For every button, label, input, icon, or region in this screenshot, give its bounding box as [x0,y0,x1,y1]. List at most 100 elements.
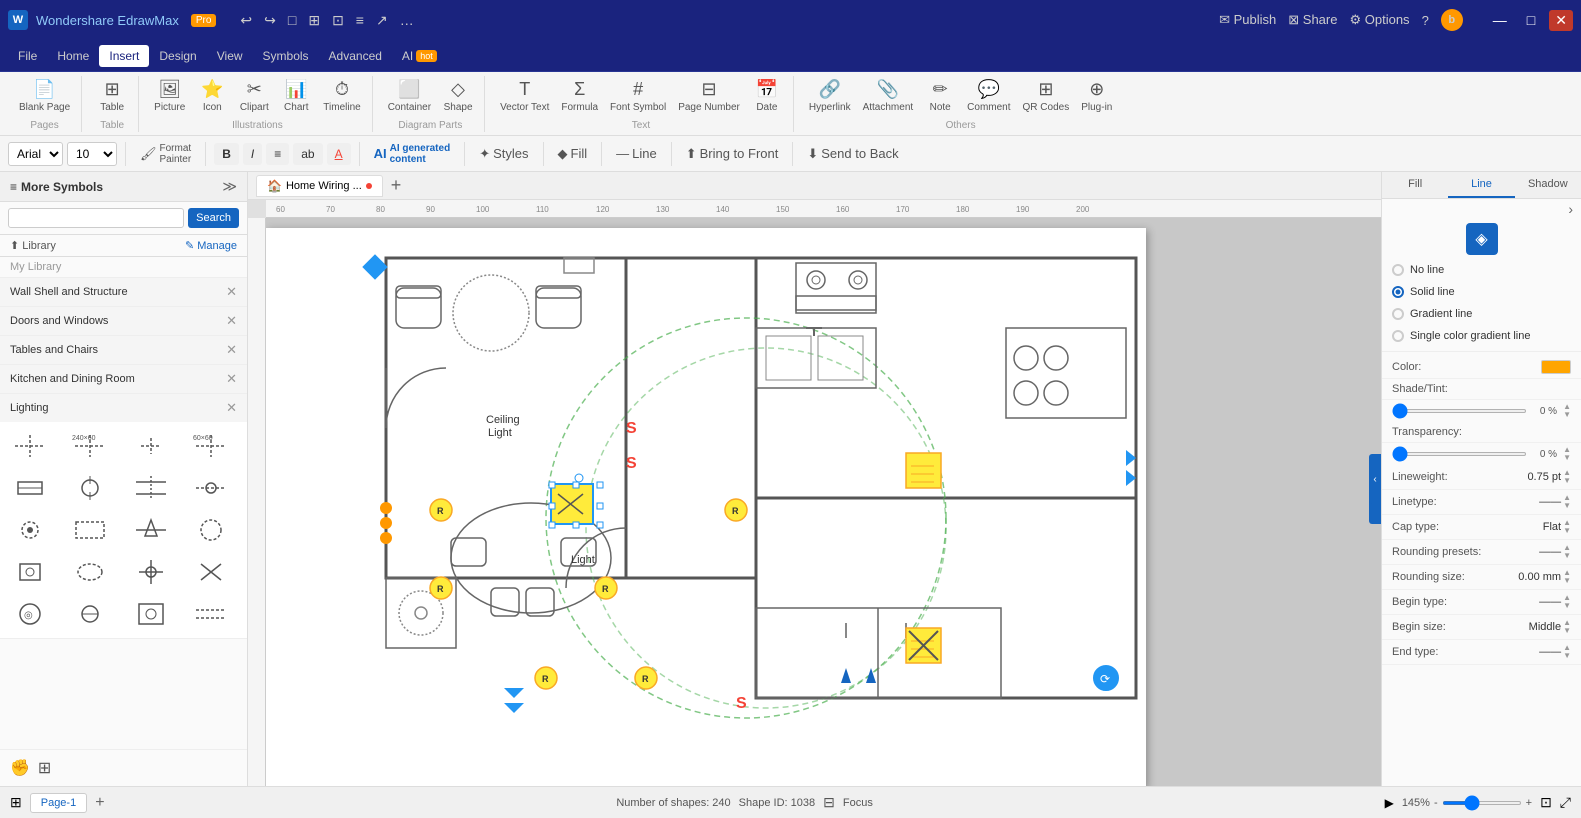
lighting-symbol-17[interactable]: ◎ [4,594,56,634]
qr-codes-button[interactable]: ⊞ QR Codes [1018,76,1075,116]
no-line-radio[interactable] [1392,264,1404,276]
close-button[interactable]: ✕ [1549,10,1573,31]
ai-content-button[interactable]: AI AI generatedcontent [368,140,457,168]
solid-line-option[interactable]: Solid line [1382,281,1581,303]
share-button[interactable]: ⊠ Share [1288,12,1337,28]
linetype-down[interactable]: ▼ [1563,502,1571,510]
clipart-button[interactable]: ✂ Clipart [234,76,274,116]
lineweight-down[interactable]: ▼ [1563,477,1571,485]
lighting-symbol-15[interactable] [125,552,177,592]
shade-tint-down[interactable]: ▼ [1563,411,1571,419]
blank-page-button[interactable]: 📄 Blank Page [14,76,75,116]
attachment-button[interactable]: 📎 Attachment [858,76,919,116]
menu-ai[interactable]: AI hot [392,45,447,67]
end-type-down[interactable]: ▼ [1563,652,1571,660]
help-button[interactable]: ? [1422,13,1429,28]
tab-line[interactable]: Line [1448,172,1514,198]
manage-button[interactable]: ✎ Manage [185,239,237,252]
plugin-button[interactable]: ⊕ Plug-in [1076,76,1117,116]
grid-tool-button[interactable]: ⊞ [38,758,51,778]
vector-text-button[interactable]: T Vector Text [495,76,554,116]
color-swatch[interactable] [1541,360,1571,374]
font-color-button[interactable]: A [327,143,351,165]
menu-extra-button[interactable]: ≡ [352,10,368,31]
begin-size-down[interactable]: ▼ [1563,627,1571,635]
menu-advanced[interactable]: Advanced [319,45,392,67]
menu-design[interactable]: Design [149,45,206,67]
add-tab-button[interactable]: + [391,175,402,196]
lighting-symbol-19[interactable] [125,594,177,634]
format-button[interactable]: ⊡ [328,10,348,31]
lighting-symbol-10[interactable] [64,510,116,550]
fill-button[interactable]: ◆ Fill [552,143,594,165]
gradient-line-radio[interactable] [1392,308,1404,320]
lighting-symbol-6[interactable] [64,468,116,508]
lighting-symbol-16[interactable] [185,552,237,592]
wall-shell-close-icon[interactable]: ✕ [226,284,237,300]
menu-file[interactable]: File [8,45,47,67]
single-color-gradient-option[interactable]: Single color gradient line [1382,325,1581,347]
transparency-down[interactable]: ▼ [1563,454,1571,462]
single-color-gradient-radio[interactable] [1392,330,1404,342]
fit-button[interactable]: ⊡ [1540,794,1552,811]
copy-button[interactable]: ⊞ [304,10,324,31]
font-size-select[interactable]: 10 [67,142,117,166]
page-number-button[interactable]: ⊟ Page Number [673,76,745,116]
container-button[interactable]: ⬜ Container [383,76,436,116]
date-button[interactable]: 📅 Date [747,76,787,116]
user-avatar[interactable]: b [1441,9,1463,31]
tab-fill[interactable]: Fill [1382,172,1448,198]
canvas-area[interactable]: 🏠 Home Wiring ... + 60 70 80 90 100 110 … [248,172,1381,786]
add-page-button[interactable]: + [95,794,104,812]
styles-button[interactable]: ✦ Styles [473,143,534,165]
search-button[interactable]: Search [188,208,239,228]
doors-windows-header[interactable]: Doors and Windows ✕ [0,307,247,335]
lighting-symbol-4[interactable]: 60×60 [185,426,237,466]
italic-button[interactable]: I [243,143,262,165]
lighting-symbol-20[interactable] [185,594,237,634]
lighting-symbol-9[interactable] [4,510,56,550]
canvas-viewport[interactable]: R R R R R R S S [266,218,1381,786]
zoom-slider[interactable] [1442,801,1522,805]
sidebar-collapse-button[interactable]: ≫ [222,178,237,195]
font-symbol-button[interactable]: # Font Symbol [605,76,671,116]
align-button[interactable]: ≡ [266,143,289,165]
line-button[interactable]: — Line [610,143,663,164]
expand-right-button[interactable]: › [1568,201,1573,217]
menu-insert[interactable]: Insert [99,45,149,67]
solid-line-radio[interactable] [1392,286,1404,298]
begin-type-down[interactable]: ▼ [1563,602,1571,610]
font-family-select[interactable]: Arial [8,142,63,166]
tab-shadow[interactable]: Shadow [1515,172,1581,198]
canvas-tab[interactable]: 🏠 Home Wiring ... [256,175,383,197]
shade-tint-slider[interactable] [1392,409,1527,413]
bring-to-front-button[interactable]: ⬆ Bring to Front [680,143,785,165]
kitchen-close-icon[interactable]: ✕ [226,371,237,387]
lighting-header[interactable]: Lighting ✕ [0,394,247,422]
panel-action-button[interactable]: ◈ [1466,223,1498,255]
redo-button[interactable]: ↪ [260,10,280,31]
lighting-symbol-1[interactable] [4,426,56,466]
icon-button[interactable]: ⭐ Icon [192,76,232,116]
cap-type-down[interactable]: ▼ [1563,527,1571,535]
bold-button[interactable]: B [214,143,239,165]
lighting-close-icon[interactable]: ✕ [226,400,237,416]
export-button[interactable]: ↗ [372,10,392,31]
play-button[interactable]: ▶ [1385,796,1394,810]
hyperlink-button[interactable]: 🔗 Hyperlink [804,76,856,116]
note-button[interactable]: ✏ Note [920,76,960,116]
tables-chairs-header[interactable]: Tables and Chairs ✕ [0,336,247,364]
publish-button[interactable]: ✉ Publish [1219,12,1276,28]
formula-button[interactable]: Σ Formula [556,76,603,116]
shape-button[interactable]: ◇ Shape [438,76,478,116]
lighting-symbol-7[interactable] [125,468,177,508]
table-button[interactable]: ⊞ Table [92,76,132,116]
kitchen-header[interactable]: Kitchen and Dining Room ✕ [0,365,247,393]
format-painter-button[interactable]: 🖌 FormatPainter [134,140,197,168]
right-expand-button[interactable]: ‹ [1369,454,1381,504]
rounding-presets-down[interactable]: ▼ [1563,552,1571,560]
underline-ab-button[interactable]: ab [293,143,322,165]
picture-button[interactable]: 🖼 Picture [149,76,190,116]
page-1-tab[interactable]: Page-1 [30,793,87,813]
undo-button[interactable]: ↩ [236,10,256,31]
